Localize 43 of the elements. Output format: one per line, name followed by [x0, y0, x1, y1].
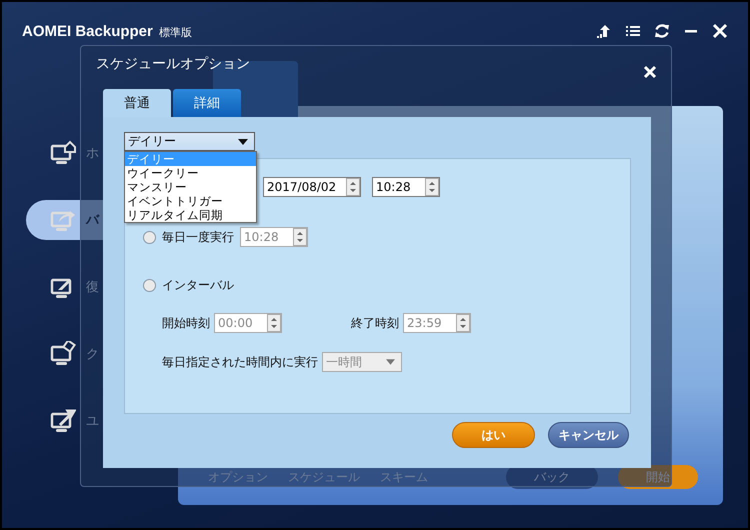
edition-label: 標準版	[158, 25, 192, 40]
close-icon[interactable]	[643, 64, 657, 78]
spinner-icon[interactable]	[456, 314, 470, 332]
sidebar-label: バ	[86, 212, 99, 229]
dropdown-option[interactable]: ウイークリー	[125, 166, 256, 180]
app-title: AOMEI Backupper	[22, 22, 153, 40]
start-button[interactable]: 開始	[618, 465, 698, 489]
dialog-button[interactable]: キャンセル	[548, 422, 629, 448]
close-icon[interactable]	[712, 23, 728, 39]
monitor-icon	[50, 408, 76, 434]
sidebar-item[interactable]: ホ	[26, 138, 99, 168]
caret-icon	[238, 138, 248, 144]
sidebar-label: ク	[86, 346, 99, 363]
monitor-icon	[50, 140, 76, 166]
dropdown-option[interactable]: リアルタイム同期	[125, 208, 256, 222]
sidebar-item[interactable]: ク	[26, 339, 99, 369]
frequency-dropdown[interactable]: デイリー	[124, 132, 255, 151]
sidebar-label: 復	[86, 279, 99, 296]
upgrade-icon[interactable]	[596, 23, 612, 39]
sidebar-item[interactable]: ユ	[26, 406, 99, 436]
start-time-label: 開始時刻	[162, 314, 210, 332]
spinner-icon[interactable]	[425, 178, 439, 196]
time-field[interactable]: 10:28	[372, 177, 440, 197]
menu-icon[interactable]	[625, 23, 641, 39]
sidebar-label: ユ	[86, 413, 99, 430]
tab[interactable]: 普通	[103, 89, 171, 117]
sidebar-label: ホ	[86, 145, 99, 162]
tab[interactable]: 詳細	[173, 89, 241, 117]
repeat-label: 毎日指定された時間内に実行	[162, 354, 318, 370]
caret-icon	[386, 359, 395, 365]
dialog-button[interactable]: はい	[452, 422, 535, 448]
once-daily-label: 毎日一度実行	[162, 228, 234, 246]
sidebar-item[interactable]: 復	[26, 272, 99, 302]
refresh-icon[interactable]	[654, 23, 670, 39]
monitor-icon	[50, 341, 76, 367]
dropdown-option[interactable]: イベントトリガー	[125, 194, 256, 208]
interval-label: インターバル	[162, 277, 234, 294]
dialog-title: スケジュールオプション	[96, 54, 250, 72]
dropdown-option[interactable]: デイリー	[125, 152, 256, 166]
end-time-label: 終了時刻	[351, 314, 399, 332]
dropdown-option[interactable]: マンスリー	[125, 180, 256, 194]
date-field[interactable]: 2017/08/02	[263, 177, 361, 197]
spinner-icon[interactable]	[346, 178, 360, 196]
